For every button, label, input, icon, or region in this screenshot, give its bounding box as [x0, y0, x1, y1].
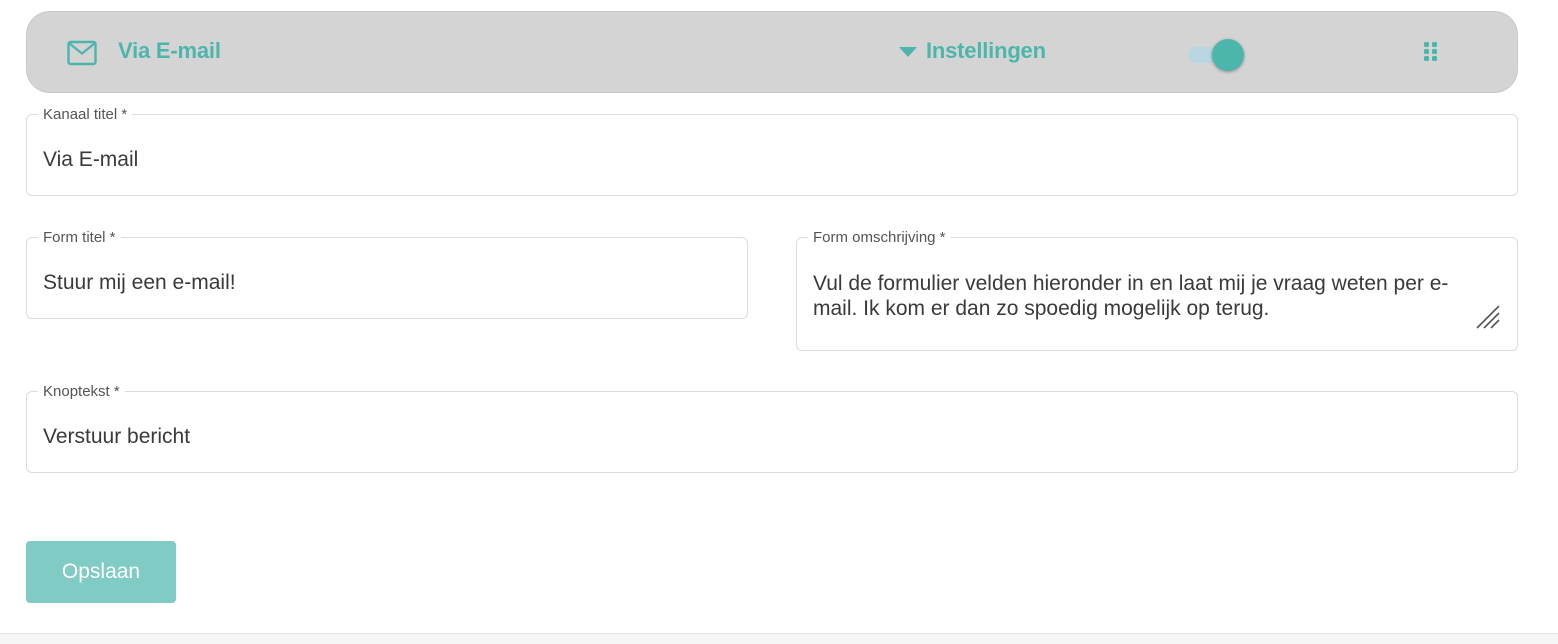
- caret-down-icon: [899, 47, 917, 57]
- bottom-divider: [0, 633, 1558, 644]
- channel-settings-page: Via E-mail Instellingen Kanaal titel * F…: [0, 0, 1558, 644]
- form-description-field: Form omschrijving * Vul de formulier vel…: [796, 229, 1518, 351]
- mail-icon: [67, 40, 97, 66]
- drag-handle-icon[interactable]: [1424, 42, 1438, 62]
- settings-label: Instellingen: [926, 38, 1046, 63]
- button-text-input[interactable]: [43, 424, 1501, 450]
- switch-thumb: [1212, 39, 1244, 71]
- channel-title-field: Kanaal titel *: [26, 106, 1518, 196]
- resize-handle-icon[interactable]: [1475, 304, 1501, 330]
- channel-title-label: Kanaal titel *: [38, 106, 133, 123]
- save-button[interactable]: Opslaan: [26, 541, 176, 603]
- form-title-field: Form titel *: [26, 229, 748, 319]
- form-description-textarea[interactable]: Vul de formulier velden hieronder in en …: [813, 271, 1477, 327]
- settings-toggle[interactable]: Instellingen: [899, 38, 1046, 64]
- channel-title-input[interactable]: [43, 147, 1501, 173]
- form-title-input[interactable]: [43, 270, 731, 296]
- channel-header: Via E-mail Instellingen: [26, 11, 1518, 93]
- button-text-field: Knoptekst *: [26, 383, 1518, 473]
- channel-title: Via E-mail: [118, 38, 221, 63]
- button-text-label: Knoptekst *: [38, 383, 125, 400]
- form-description-label: Form omschrijving *: [808, 229, 951, 246]
- form-title-label: Form titel *: [38, 229, 121, 246]
- channel-enabled-switch[interactable]: [1188, 39, 1248, 73]
